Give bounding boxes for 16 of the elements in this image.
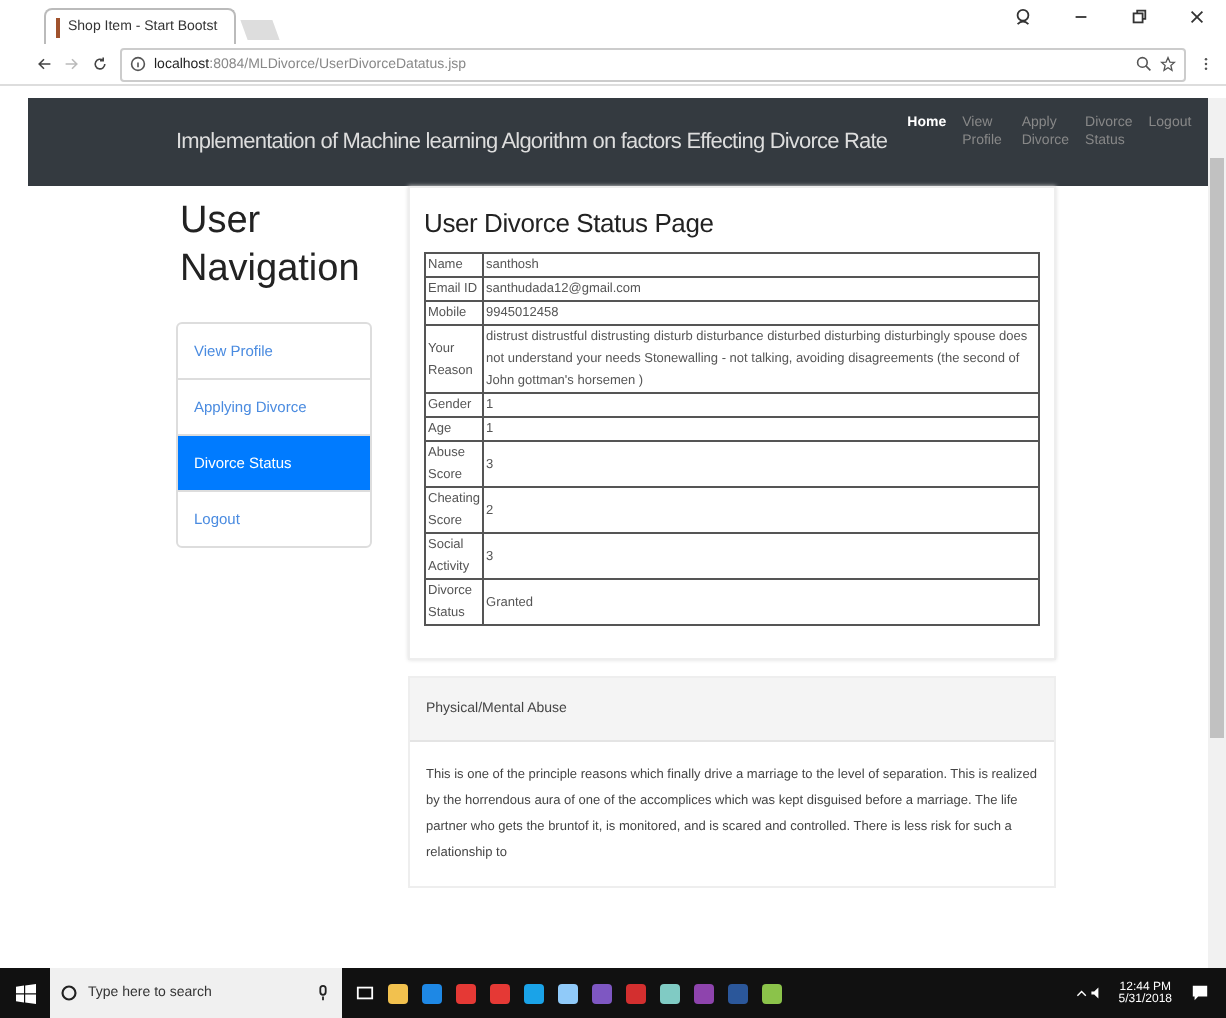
windows-icon[interactable]: [16, 983, 36, 1003]
back-icon[interactable]: [36, 56, 52, 72]
info-icon: [130, 56, 146, 72]
close-icon[interactable]: [1188, 8, 1206, 26]
task-view-icon[interactable]: [356, 984, 374, 1002]
bookmark-star-icon[interactable]: [1160, 56, 1176, 72]
scrollbar[interactable]: [1208, 98, 1226, 968]
sidebar-heading: User Navigation: [180, 198, 362, 294]
restore-icon[interactable]: [1130, 8, 1148, 26]
zoom-icon[interactable]: [1136, 56, 1152, 72]
microphone-icon[interactable]: [314, 984, 332, 1002]
page-heading: User Divorce Status Page: [424, 208, 716, 238]
site-title[interactable]: Implementation of Machine learning Algorithm on factors Effecting Divorce Rate: [176, 130, 888, 154]
search-icon: [60, 984, 78, 1002]
reload-icon[interactable]: [92, 56, 108, 72]
profile-icon[interactable]: [1014, 8, 1032, 26]
